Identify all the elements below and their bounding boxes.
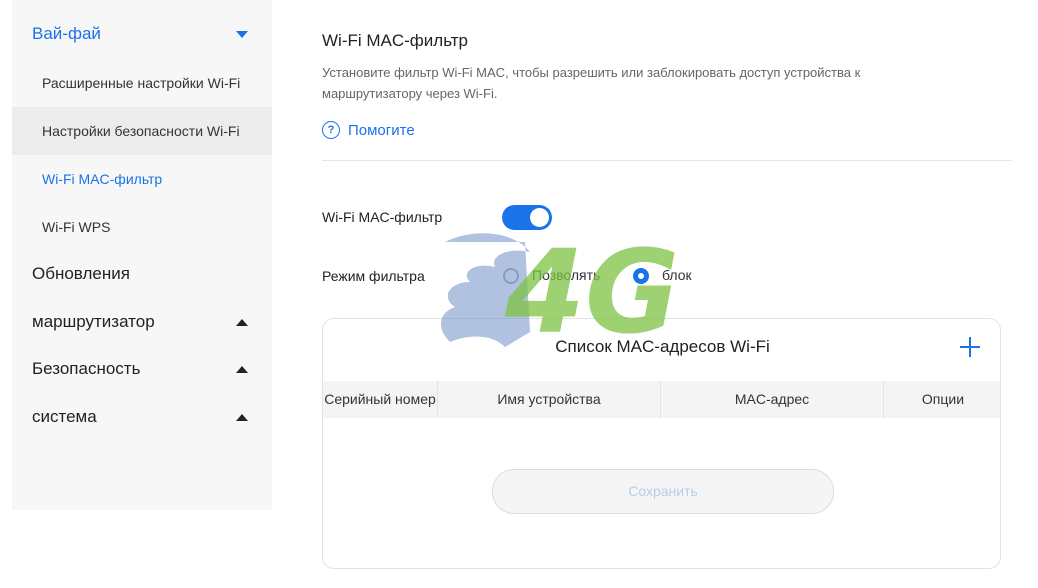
radio-block[interactable] — [633, 268, 649, 284]
sidebar-group-system[interactable]: система — [12, 402, 272, 432]
add-mac-button[interactable] — [960, 337, 980, 357]
radio-allow[interactable] — [503, 268, 519, 284]
table-header: Серийный номер Имя устройства MAC-адрес … — [323, 381, 1000, 418]
divider — [322, 160, 1012, 161]
main-content: Wi-Fi MAC-фильтр Установите фильтр Wi-Fi… — [322, 0, 1012, 588]
help-link[interactable]: ? Помогите — [322, 119, 415, 141]
sidebar-group-wifi[interactable]: Вай-фай — [12, 19, 272, 49]
sidebar-group-updates[interactable]: Обновления — [12, 259, 272, 289]
save-button[interactable]: Сохранить — [492, 469, 834, 514]
sidebar-group-wifi-label: Вай-фай — [32, 24, 101, 43]
filter-mode-label: Режим фильтра — [322, 268, 425, 284]
sidebar: Вай-фай Расширенные настройки Wi-Fi Наст… — [12, 0, 272, 510]
mac-list-card: Список MAC-адресов Wi-Fi Серийный номер … — [322, 318, 1001, 569]
sidebar-item-label: Wi-Fi MAC-фильтр — [42, 171, 163, 187]
sidebar-group-router[interactable]: маршрутизатор — [12, 307, 272, 337]
question-icon: ? — [322, 121, 340, 139]
sidebar-group-label: система — [32, 407, 97, 426]
sidebar-item-label: Настройки безопасности Wi-Fi — [42, 123, 240, 139]
sidebar-item-wps[interactable]: Wi-Fi WPS — [12, 203, 272, 251]
mac-filter-toggle[interactable] — [502, 205, 552, 230]
mac-filter-label: Wi-Fi MAC-фильтр — [322, 209, 443, 225]
help-link-label: Помогите — [348, 121, 415, 139]
sidebar-group-label: маршрутизатор — [32, 312, 155, 331]
column-serial: Серийный номер — [323, 381, 438, 418]
toggle-knob — [530, 208, 549, 227]
sidebar-group-label: Безопасность — [32, 359, 141, 378]
column-mac-address: MAC-адрес — [661, 381, 884, 418]
mac-list-title: Список MAC-адресов Wi-Fi — [555, 337, 770, 356]
sidebar-group-security[interactable]: Безопасность — [12, 354, 272, 384]
sidebar-group-label: Обновления — [32, 264, 130, 283]
column-options: Опции — [921, 391, 965, 407]
sidebar-item-advanced-wifi[interactable]: Расширенные настройки Wi-Fi — [12, 59, 272, 107]
sidebar-item-label: Wi-Fi WPS — [42, 219, 111, 235]
radio-block-label: блок — [662, 267, 692, 283]
column-device-name: Имя устройства — [438, 381, 661, 418]
sidebar-item-mac-filter[interactable]: Wi-Fi MAC-фильтр — [12, 155, 272, 203]
chevron-up-icon — [236, 366, 248, 373]
page-description: Установите фильтр Wi-Fi MAC, чтобы разре… — [322, 65, 861, 101]
chevron-down-icon — [236, 31, 248, 38]
chevron-up-icon — [236, 414, 248, 421]
sidebar-item-label: Расширенные настройки Wi-Fi — [42, 75, 241, 91]
radio-allow-label: Позволять — [532, 267, 601, 283]
chevron-up-icon — [236, 319, 248, 326]
page-title: Wi-Fi MAC-фильтр — [322, 31, 468, 50]
sidebar-item-wifi-security[interactable]: Настройки безопасности Wi-Fi — [12, 107, 272, 155]
